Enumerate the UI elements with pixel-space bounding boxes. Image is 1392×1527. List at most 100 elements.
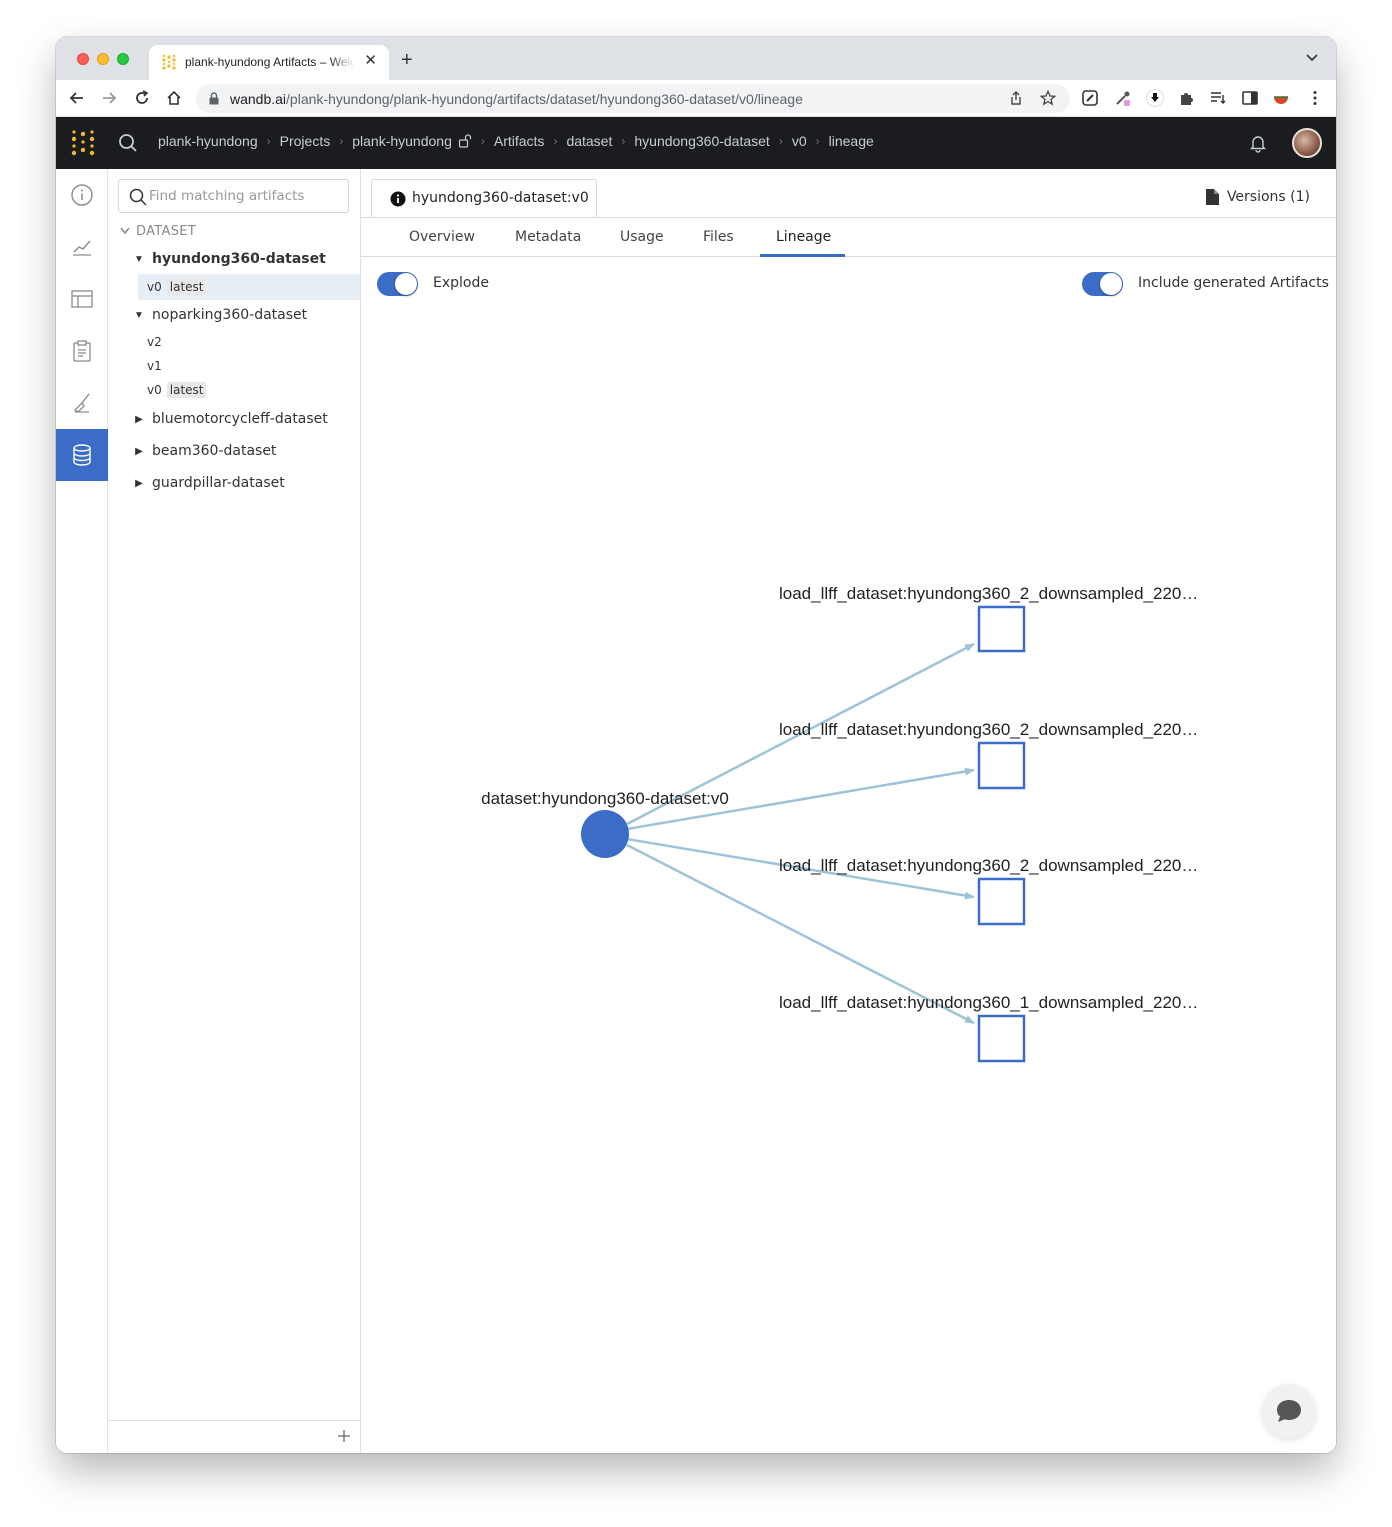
tree-version-row[interactable]: v2 xyxy=(138,330,360,354)
extension-eyedropper-icon[interactable] xyxy=(1114,89,1132,107)
artifact-search-input[interactable] xyxy=(149,186,339,206)
unlock-icon xyxy=(458,134,471,148)
breadcrumb-separator: › xyxy=(480,134,485,148)
breadcrumb-artifact[interactable]: hyundong360-dataset xyxy=(634,133,769,149)
alias-badge: latest xyxy=(166,382,207,398)
profile-extension-icon[interactable] xyxy=(1272,89,1290,107)
left-icon-rail xyxy=(56,169,108,1453)
rail-artifacts[interactable] xyxy=(56,429,108,481)
artifact-name: beam360-dataset xyxy=(152,443,277,459)
wandb-logo-icon[interactable] xyxy=(70,129,96,157)
breadcrumb-type[interactable]: dataset xyxy=(566,133,612,149)
extensions-puzzle-icon[interactable] xyxy=(1177,89,1195,107)
run-node[interactable] xyxy=(977,741,1026,790)
artifact-tree-pane: DATASET ▼ hyundong360-dataset v0 latest … xyxy=(108,169,361,1453)
bell-icon[interactable] xyxy=(1248,133,1268,153)
maximize-window-button[interactable] xyxy=(117,53,129,65)
minimize-window-button[interactable] xyxy=(97,53,109,65)
version-label: v0 xyxy=(147,280,162,294)
run-node[interactable] xyxy=(977,605,1026,653)
caret-down-icon: ▼ xyxy=(134,309,144,321)
breadcrumb-lineage[interactable]: lineage xyxy=(829,133,874,149)
run-node[interactable] xyxy=(977,877,1026,926)
search-icon[interactable] xyxy=(118,133,138,153)
tree-artifact-noparking360[interactable]: ▼ noparking360-dataset xyxy=(108,302,361,328)
target-node-label: load_llff_dataset:hyundong360_2_downsamp… xyxy=(779,584,1198,603)
caret-right-icon: ▶ xyxy=(135,413,143,425)
version-label: v1 xyxy=(147,359,162,373)
version-label: v0 xyxy=(147,383,162,397)
rail-sweeps[interactable] xyxy=(56,377,108,429)
artifact-name: guardpillar-dataset xyxy=(152,475,285,491)
url-path: /plank-hyundong/plank-hyundong/artifacts… xyxy=(286,91,803,107)
target-node-label: load_llff_dataset:hyundong360_1_downsamp… xyxy=(779,993,1198,1012)
chat-button[interactable] xyxy=(1262,1384,1316,1438)
tree-artifact-guardpillar[interactable]: ▶ guardpillar-dataset xyxy=(108,470,361,496)
tree-version-row[interactable]: v0 latest xyxy=(138,274,360,300)
address-bar[interactable]: wandb.ai/plank-hyundong/plank-hyundong/a… xyxy=(196,84,1070,113)
broom-icon xyxy=(73,393,90,413)
lineage-graph: dataset:hyundong360-dataset:v0 load_llff… xyxy=(481,584,1198,1063)
chevron-down-icon xyxy=(120,227,130,235)
url-text[interactable]: wandb.ai/plank-hyundong/plank-hyundong/a… xyxy=(230,91,803,107)
tab-close-icon[interactable]: ✕ xyxy=(364,53,377,69)
wandb-favicon-icon xyxy=(162,54,176,70)
breadcrumb-project[interactable]: plank-hyundong xyxy=(352,133,452,149)
breadcrumb-entity[interactable]: plank-hyundong xyxy=(158,133,258,149)
breadcrumb-version[interactable]: v0 xyxy=(792,133,807,149)
source-artifact-node[interactable] xyxy=(581,810,629,858)
home-icon[interactable] xyxy=(165,89,183,107)
star-icon[interactable] xyxy=(1040,90,1056,106)
reading-list-icon[interactable] xyxy=(1209,89,1227,107)
tree-category[interactable]: DATASET xyxy=(108,218,361,244)
new-tab-icon[interactable]: + xyxy=(401,50,413,70)
info-circle-icon xyxy=(71,184,93,206)
extension-pen-icon[interactable] xyxy=(1081,89,1099,107)
breadcrumb-separator: › xyxy=(621,134,626,148)
target-node-label: load_llff_dataset:hyundong360_2_downsamp… xyxy=(779,720,1198,739)
breadcrumb-artifacts[interactable]: Artifacts xyxy=(494,133,545,149)
tree-version-row[interactable]: v1 xyxy=(138,354,360,378)
browser-menu-icon[interactable] xyxy=(1306,89,1324,107)
info-icon xyxy=(390,191,406,207)
rail-overview[interactable] xyxy=(56,169,108,221)
rail-charts[interactable] xyxy=(56,221,108,273)
lock-icon[interactable] xyxy=(209,92,219,105)
reload-icon[interactable] xyxy=(133,89,151,107)
browser-window: plank-hyundong Artifacts – Weights & Bia… xyxy=(56,37,1336,1453)
close-window-button[interactable] xyxy=(77,53,89,65)
side-panel-icon[interactable] xyxy=(1241,89,1259,107)
line-chart-icon xyxy=(73,240,91,256)
browser-tab[interactable]: plank-hyundong Artifacts – Weights & Bia… xyxy=(149,45,389,80)
breadcrumb-separator: › xyxy=(266,134,271,148)
avatar[interactable] xyxy=(1292,128,1322,158)
caret-right-icon: ▶ xyxy=(135,477,143,489)
tree-artifact-hyundong360[interactable]: ▼ hyundong360-dataset xyxy=(108,246,361,272)
version-label: v2 xyxy=(147,335,162,349)
url-host: wandb.ai xyxy=(230,91,287,107)
tree-version-row[interactable]: v0 latest xyxy=(138,378,360,402)
artifact-search[interactable] xyxy=(118,179,349,213)
share-icon[interactable] xyxy=(1008,90,1024,106)
breadcrumb: plank-hyundong › Projects › plank-hyundo… xyxy=(158,133,874,149)
tab-list-chevron-icon[interactable] xyxy=(1306,54,1318,62)
artifact-tab-label: hyundong360-dataset:v0 xyxy=(412,190,589,206)
artifact-main-panel: hyundong360-dataset:v0 Versions (1) Over… xyxy=(361,169,1336,1453)
caret-down-icon: ▼ xyxy=(134,253,144,265)
tree-footer xyxy=(108,1420,361,1453)
forward-icon[interactable] xyxy=(100,89,118,107)
wandb-navbar: plank-hyundong › Projects › plank-hyundo… xyxy=(56,117,1336,169)
breadcrumb-separator: › xyxy=(778,134,783,148)
add-artifact-icon[interactable] xyxy=(337,1429,351,1443)
back-icon[interactable] xyxy=(68,89,86,107)
rail-reports[interactable] xyxy=(56,325,108,377)
artifact-version-tab[interactable]: hyundong360-dataset:v0 xyxy=(371,179,597,217)
run-node[interactable] xyxy=(977,1014,1026,1063)
tree-artifact-bluemotorcycleff[interactable]: ▶ bluemotorcycleff-dataset xyxy=(108,406,361,432)
breadcrumb-projects[interactable]: Projects xyxy=(280,133,331,149)
breadcrumb-separator: › xyxy=(339,134,344,148)
extension-download-icon[interactable] xyxy=(1146,89,1164,107)
rail-table[interactable] xyxy=(56,273,108,325)
tree-artifact-beam360[interactable]: ▶ beam360-dataset xyxy=(108,438,361,464)
search-icon xyxy=(129,188,147,206)
